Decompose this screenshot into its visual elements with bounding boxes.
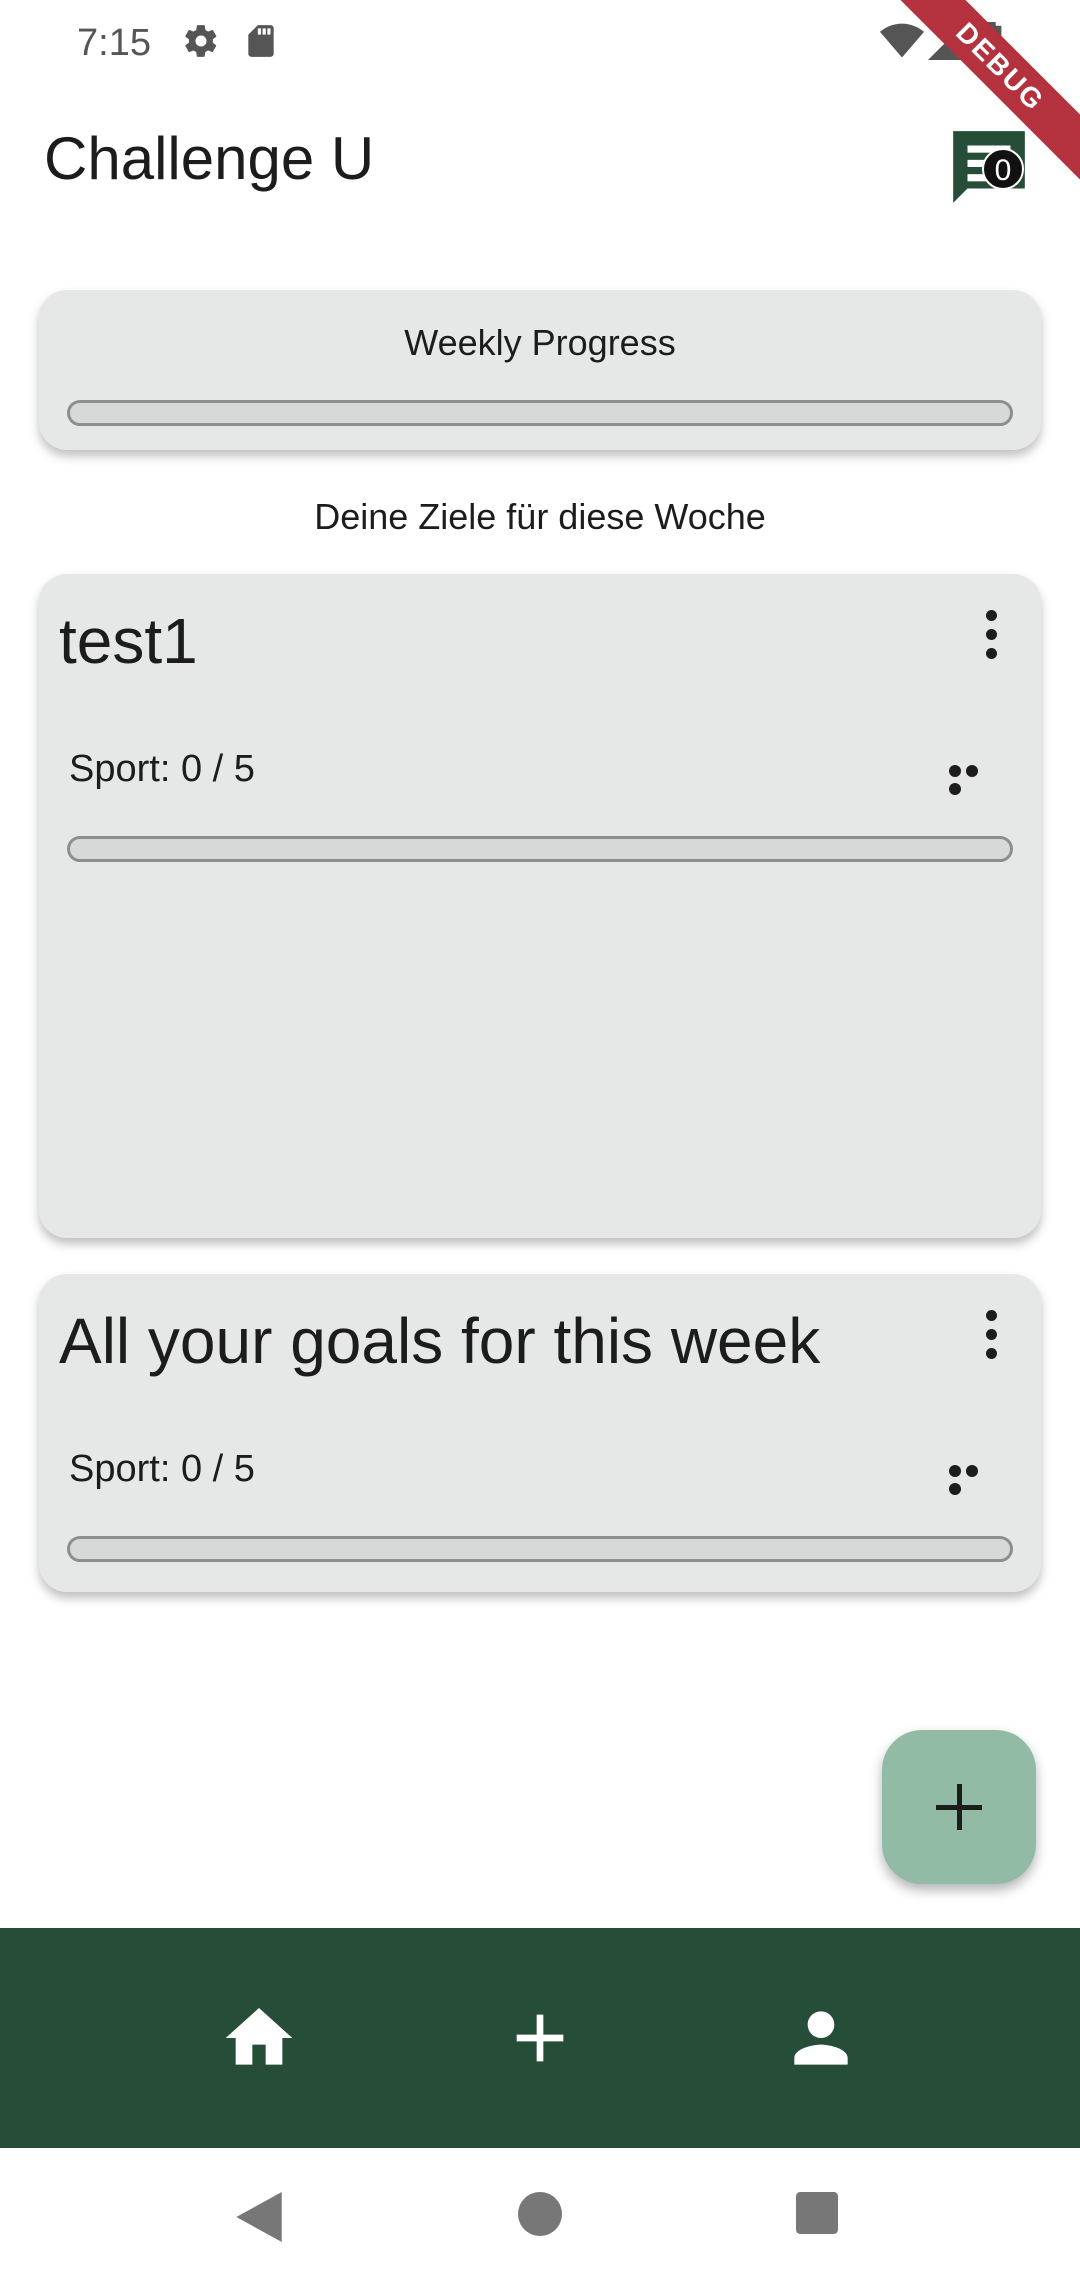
goal-sport-line: Sport: 0 / 5 [69,1448,255,1490]
sd-card-icon [248,25,274,57]
goal-sport-line: Sport: 0 / 5 [69,748,255,790]
back-icon[interactable] [236,2192,282,2242]
wifi-icon [880,23,924,58]
goal-card[interactable]: All your goals for this week Sport: 0 / … [39,1274,1041,1592]
person-icon[interactable] [781,1998,861,2078]
home-icon[interactable] [219,1998,299,2078]
goal-title: test1 [59,605,198,677]
add-goal-fab[interactable] [882,1730,1036,1884]
section-heading: Deine Ziele für diese Woche [314,496,766,537]
weekly-progress-bar [67,400,1013,426]
more-vert-icon[interactable] [983,610,999,662]
app-title: Challenge U [44,125,375,192]
more-horiz-icon[interactable] [949,764,999,795]
goal-card[interactable]: test1 Sport: 0 / 5 [39,574,1041,1238]
home-circle-icon[interactable] [518,2192,562,2236]
weekly-progress-title: Weekly Progress [404,322,676,363]
status-bar: 7:15 DEBUG [0,0,1080,190]
system-nav-bar [0,2148,1080,2280]
recents-icon[interactable] [796,2192,838,2234]
more-horiz-icon[interactable] [949,1464,999,1495]
gear-icon [185,25,217,57]
add-icon[interactable] [500,1998,580,2078]
weekly-progress-card: Weekly Progress [39,290,1041,450]
goal-progress-bar [67,1536,1013,1562]
goal-title: All your goals for this week [59,1305,821,1377]
chat-badge: 0 [982,148,1024,190]
goal-progress-bar [67,836,1013,862]
app-bar: Challenge U [0,88,1080,228]
bottom-nav [0,1928,1080,2148]
status-time: 7:15 [77,22,151,64]
more-vert-icon[interactable] [983,1310,999,1362]
